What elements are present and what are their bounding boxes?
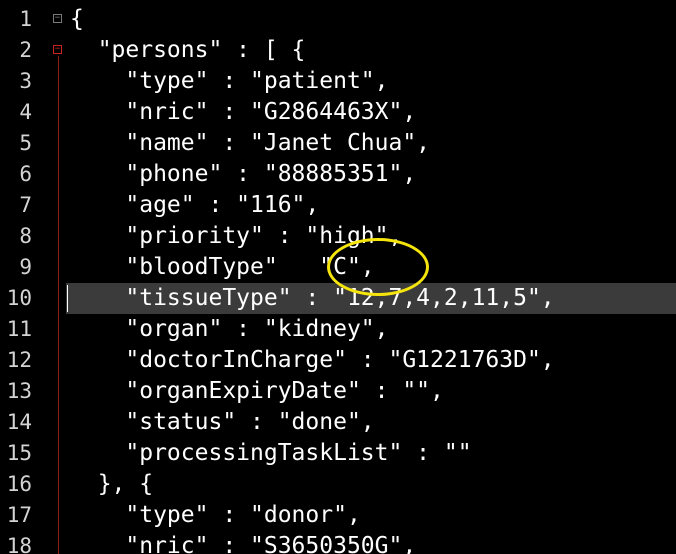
line-number: 6 xyxy=(19,162,32,186)
code-line-text: "processingTaskList" : "" xyxy=(70,440,472,466)
code-line[interactable]: }, { xyxy=(66,469,676,500)
line-number: 3 xyxy=(19,69,32,93)
current-code-line[interactable]: "tissueType" : "12,7,4,2,11,5", xyxy=(66,283,676,314)
code-line-text: "organ" : "kidney", xyxy=(70,316,389,342)
line-number: 4 xyxy=(19,100,32,124)
code-line[interactable]: "organ" : "kidney", xyxy=(66,314,676,345)
code-line[interactable]: "type" : "patient", xyxy=(66,66,676,97)
code-line[interactable]: "nric" : "G2864463X", xyxy=(66,97,676,128)
line-number: 15 xyxy=(6,441,32,465)
line-number: 12 xyxy=(6,348,32,372)
code-line-text: "nric" : "G2864463X", xyxy=(70,99,417,125)
code-line-text: "priority" : "high", xyxy=(70,223,403,249)
line-number: 10 xyxy=(6,286,32,310)
line-number: 7 xyxy=(19,193,32,217)
code-line[interactable]: "priority" : "high", xyxy=(66,221,676,252)
code-line[interactable]: "phone" : "88885351", xyxy=(66,159,676,190)
code-line-text: "type" : "patient", xyxy=(70,68,389,94)
code-text-area[interactable]: { "persons" : [ { "type" : "patient", "n… xyxy=(66,0,676,554)
line-number-gutter: 1 2 3 4 5 6 7 8 9 10 11 12 13 14 15 16 1… xyxy=(0,0,50,554)
code-line[interactable]: { xyxy=(66,4,676,35)
code-line[interactable]: "status" : "done", xyxy=(66,407,676,438)
code-line[interactable]: "persons" : [ { xyxy=(66,35,676,66)
code-line-text: "persons" : [ { xyxy=(70,37,306,63)
code-line[interactable]: "age" : "116", xyxy=(66,190,676,221)
code-line-text: "phone" : "88885351", xyxy=(70,161,417,187)
code-line[interactable]: "name" : "Janet Chua", xyxy=(66,128,676,159)
fold-collapse-icon[interactable]: − xyxy=(53,45,62,54)
code-line[interactable]: "nric" : "S3650350G", xyxy=(66,531,676,554)
fold-collapse-icon[interactable]: − xyxy=(53,14,62,23)
code-line-text: "nric" : "S3650350G", xyxy=(70,533,417,554)
line-number: 1 xyxy=(19,7,32,31)
line-number: 17 xyxy=(6,503,32,527)
code-line-text: { xyxy=(70,6,84,32)
code-line-text: }, { xyxy=(70,471,154,497)
code-line-text: "bloodType" "C", xyxy=(70,254,375,280)
line-number: 11 xyxy=(6,317,32,341)
code-editor[interactable]: 1 2 3 4 5 6 7 8 9 10 11 12 13 14 15 16 1… xyxy=(0,0,676,554)
line-number: 14 xyxy=(6,410,32,434)
line-number: 18 xyxy=(6,534,32,554)
code-line[interactable]: "processingTaskList" : "" xyxy=(66,438,676,469)
code-line[interactable]: "doctorInCharge" : "G1221763D", xyxy=(66,345,676,376)
code-line[interactable]: "type" : "donor", xyxy=(66,500,676,531)
code-line-text: "organExpiryDate" : "", xyxy=(70,378,444,404)
code-line-text: "tissueType" : "12,7,4,2,11,5", xyxy=(70,285,555,311)
code-line-text: "status" : "done", xyxy=(70,409,375,435)
code-line[interactable]: "organExpiryDate" : "", xyxy=(66,376,676,407)
code-line[interactable]: "bloodType" "C", xyxy=(66,252,676,283)
line-number: 2 xyxy=(19,38,32,62)
code-line-text: "name" : "Janet Chua", xyxy=(70,130,431,156)
line-number: 13 xyxy=(6,379,32,403)
code-line-text: "age" : "116", xyxy=(70,192,320,218)
line-number: 8 xyxy=(19,224,32,248)
line-number: 16 xyxy=(6,472,32,496)
fold-range-line xyxy=(58,56,59,554)
line-number: 5 xyxy=(19,131,32,155)
line-number: 9 xyxy=(19,255,32,279)
code-line-text: "doctorInCharge" : "G1221763D", xyxy=(70,347,555,373)
code-line-text: "type" : "donor", xyxy=(70,502,361,528)
